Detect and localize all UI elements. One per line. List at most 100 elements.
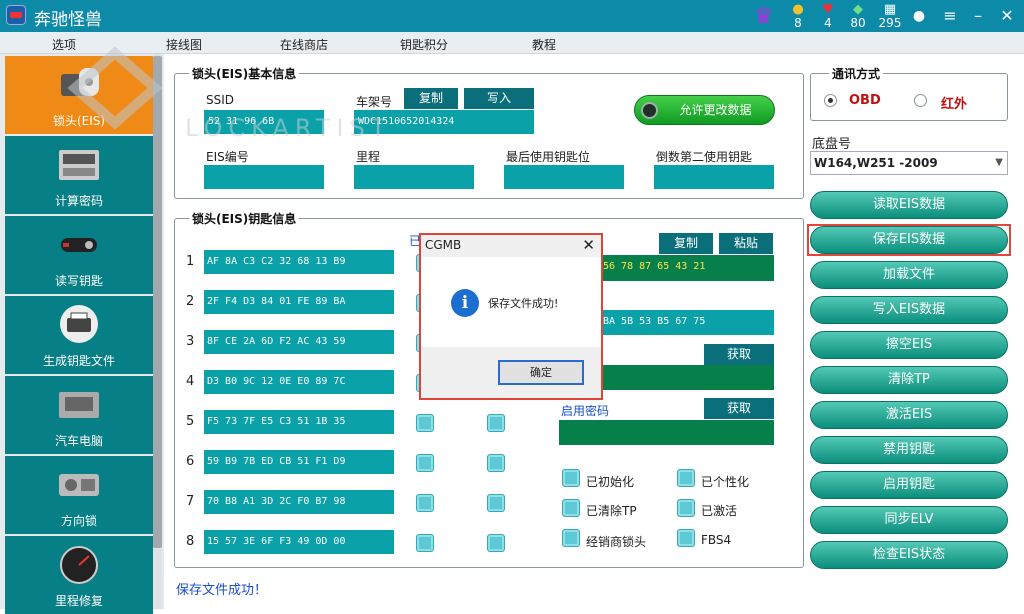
- user-icon[interactable]: ●: [907, 5, 931, 27]
- key-hex-field[interactable]: 70 B8 A1 3D 2C F0 B7 98: [204, 490, 394, 514]
- menu-key-points[interactable]: 钥匙积分: [400, 36, 448, 53]
- second-last-key-field[interactable]: [654, 165, 774, 189]
- chevron-down-icon: ▼: [995, 157, 1003, 168]
- write-eis-data-button[interactable]: 写入EIS数据: [810, 296, 1008, 324]
- activate-eis-button[interactable]: 激活EIS: [810, 401, 1008, 429]
- erase-eis-button[interactable]: 擦空EIS: [810, 331, 1008, 359]
- chassis-label: 底盘号: [812, 137, 852, 152]
- clear-tp-button[interactable]: 清除TP: [810, 366, 1008, 394]
- key-checkbox[interactable]: [487, 454, 505, 472]
- check-eis-status-button[interactable]: 检查EIS状态: [810, 541, 1008, 569]
- tp-cleared-checkbox[interactable]: [562, 499, 580, 517]
- mileage-field[interactable]: [354, 165, 474, 189]
- key-checkbox[interactable]: [416, 454, 434, 472]
- sidebar-item-mileage-repair[interactable]: 里程修复: [5, 536, 153, 614]
- sidebar-item-eis[interactable]: 锁头(EIS): [5, 56, 153, 134]
- key-number: 2: [186, 294, 195, 309]
- key-checkbox[interactable]: [416, 534, 434, 552]
- key-checkbox[interactable]: [416, 494, 434, 512]
- fbs4-checkbox[interactable]: [677, 529, 695, 547]
- message-dialog: CGMB ✕ i 保存文件成功! 确定: [419, 233, 603, 400]
- activated-label: 已激活: [701, 504, 738, 518]
- key-hex-field[interactable]: 8F CE 2A 6D F2 AC 43 59: [204, 330, 394, 354]
- sidebar-item-steering-lock[interactable]: 方向锁: [5, 456, 153, 534]
- vin-copy-button[interactable]: 复制: [404, 88, 458, 109]
- fetch-button-1[interactable]: 获取: [704, 344, 774, 365]
- menu-bar: 选项 接线图 在线商店 钥匙积分 教程: [0, 32, 1024, 54]
- key-number: 4: [186, 374, 195, 389]
- info-icon: i: [451, 289, 479, 317]
- last-key-field[interactable]: [504, 165, 624, 189]
- heart-icon: ♥: [822, 2, 834, 17]
- menu-options[interactable]: 选项: [52, 36, 76, 53]
- key-hex-field[interactable]: F5 73 7F E5 C3 51 1B 35: [204, 410, 394, 434]
- eis-number-field[interactable]: [204, 165, 324, 189]
- minimize-icon[interactable]: –: [966, 5, 990, 27]
- sidebar-item-label: 锁头(EIS): [52, 114, 106, 128]
- ssid-field[interactable]: 52 31 96 6B: [204, 110, 324, 134]
- chassis-value: W164,W251 -2009: [814, 156, 938, 170]
- allow-change-data-button[interactable]: 允许更改数据: [634, 95, 775, 125]
- dealer-lock-checkbox[interactable]: [562, 529, 580, 547]
- key-hex-field[interactable]: AF 8A C3 C2 32 68 13 B9: [204, 250, 394, 274]
- ecu-icon: [59, 392, 99, 418]
- menu-wiring[interactable]: 接线图: [166, 36, 202, 53]
- steering-lock-icon: [59, 474, 99, 496]
- sidebar-item-label: 计算密码: [54, 194, 103, 208]
- app-logo-icon: [6, 5, 26, 25]
- menu-icon[interactable]: ≡: [938, 5, 962, 27]
- key-checkbox[interactable]: [416, 414, 434, 432]
- sidebar-item-generate-key-file[interactable]: 生成钥匙文件: [5, 296, 153, 374]
- eis-lock-icon: [61, 68, 99, 96]
- enable-password-label: 启用密码: [561, 404, 610, 418]
- key-hex-field[interactable]: 15 57 3E 6F F3 49 0D 00: [204, 530, 394, 554]
- sidebar-item-label: 汽车电脑: [54, 434, 103, 448]
- close-icon[interactable]: ✕: [995, 5, 1019, 27]
- key-hex-field[interactable]: 59 B9 7B ED CB 51 F1 D9: [204, 450, 394, 474]
- infrared-radio[interactable]: [914, 94, 927, 107]
- printer-icon: [60, 305, 98, 343]
- key-checkbox[interactable]: [487, 414, 505, 432]
- coin-icon: ●: [792, 2, 804, 17]
- second-last-key-label: 倒数第二使用钥匙: [656, 150, 753, 164]
- sidebar-item-ecu[interactable]: 汽车电脑: [5, 376, 153, 454]
- group-title: 锁头(EIS)钥匙信息: [189, 210, 300, 227]
- dialog-title: CGMB: [425, 238, 462, 252]
- key-checkbox[interactable]: [487, 534, 505, 552]
- obd-radio[interactable]: [824, 94, 837, 107]
- key-hex-field[interactable]: 2F F4 D3 84 01 FE 89 BA: [204, 290, 394, 314]
- menu-tutorial[interactable]: 教程: [532, 36, 556, 53]
- sidebar-item-calc-password[interactable]: 计算密码: [5, 136, 153, 214]
- enable-key-button[interactable]: 启用钥匙: [810, 471, 1008, 499]
- infrared-label: 红外: [941, 97, 968, 112]
- vin-field[interactable]: WDC1510652014324: [354, 110, 534, 134]
- key-paste-button[interactable]: 粘贴: [719, 233, 773, 254]
- enable-password-field[interactable]: [559, 420, 774, 445]
- allow-change-label: 允许更改数据: [679, 103, 752, 117]
- close-icon[interactable]: ✕: [582, 236, 595, 254]
- key-copy-button[interactable]: 复制: [659, 233, 713, 254]
- status-text: 保存文件成功！: [176, 583, 268, 598]
- activated-checkbox[interactable]: [677, 499, 695, 517]
- initialized-checkbox[interactable]: [562, 469, 580, 487]
- fetch-button-2[interactable]: 获取: [704, 398, 774, 419]
- read-eis-data-button[interactable]: 读取EIS数据: [810, 191, 1008, 219]
- sidebar-item-read-write-key[interactable]: 读写钥匙: [5, 216, 153, 294]
- load-file-button[interactable]: 加载文件: [810, 261, 1008, 289]
- key-number: 6: [186, 454, 195, 469]
- dialog-ok-button[interactable]: 确定: [498, 360, 584, 385]
- chassis-select[interactable]: W164,W251 -2009 ▼: [810, 151, 1008, 175]
- sidebar-scroll-thumb[interactable]: [153, 56, 162, 548]
- sync-elv-button[interactable]: 同步ELV: [810, 506, 1008, 534]
- group-title: 锁头(EIS)基本信息: [189, 65, 300, 82]
- mileage-label: 里程: [356, 150, 381, 164]
- personalized-label: 已个性化: [701, 475, 750, 489]
- vin-write-button[interactable]: 写入: [464, 88, 534, 109]
- menu-online-store[interactable]: 在线商店: [280, 36, 328, 53]
- personalized-checkbox[interactable]: [677, 469, 695, 487]
- key-checkbox[interactable]: [487, 494, 505, 512]
- dealer-lock-label: 经销商锁头: [586, 535, 647, 549]
- sidebar-item-label: 方向锁: [60, 514, 97, 528]
- key-hex-field[interactable]: D3 B0 9C 12 0E E0 89 7C: [204, 370, 394, 394]
- disable-key-button[interactable]: 禁用钥匙: [810, 436, 1008, 464]
